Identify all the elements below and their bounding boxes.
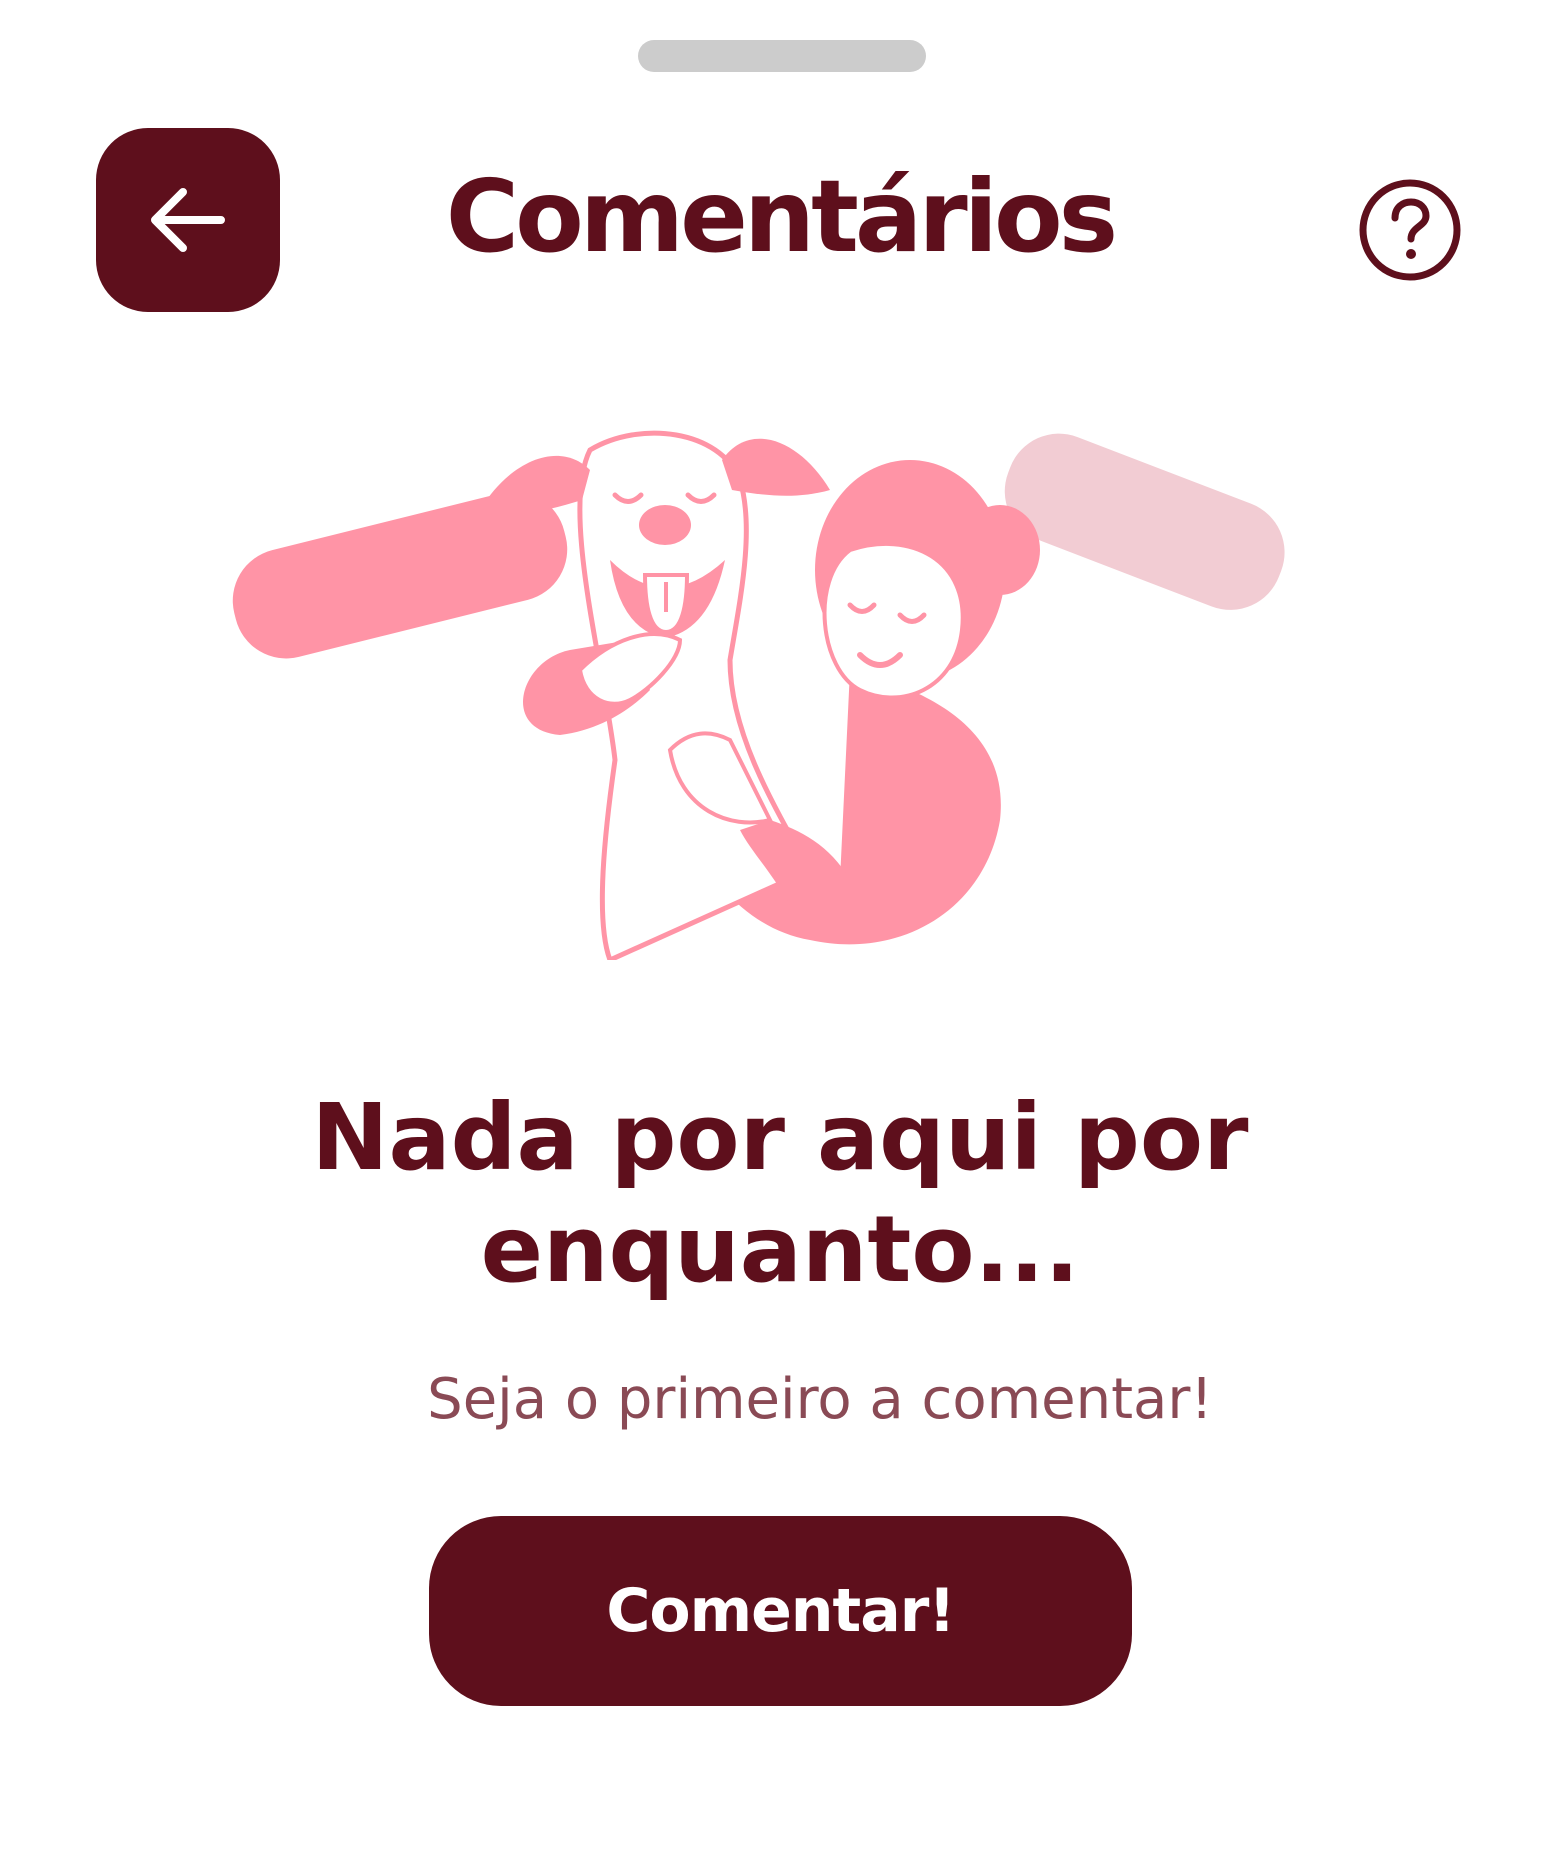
person-hugging-dog-illustration	[232, 430, 1285, 960]
arrow-left-icon	[151, 188, 225, 252]
help-button[interactable]	[1358, 178, 1462, 282]
right-decor-pill	[1004, 433, 1285, 610]
question-circle-icon	[1359, 179, 1461, 281]
drag-handle[interactable]	[638, 40, 926, 72]
empty-state-subtitle: Seja o primeiro a comentar!	[427, 1367, 1213, 1432]
empty-state-title-line1: Nada por aqui por	[311, 1084, 1249, 1191]
page-title: Comentários	[445, 158, 1118, 275]
back-button[interactable]	[96, 128, 280, 312]
empty-state-title-line2: enquanto...	[480, 1196, 1080, 1303]
empty-state-title: Nada por aqui por enquanto...	[180, 1082, 1380, 1306]
comment-button[interactable]: Comentar!	[429, 1516, 1132, 1706]
